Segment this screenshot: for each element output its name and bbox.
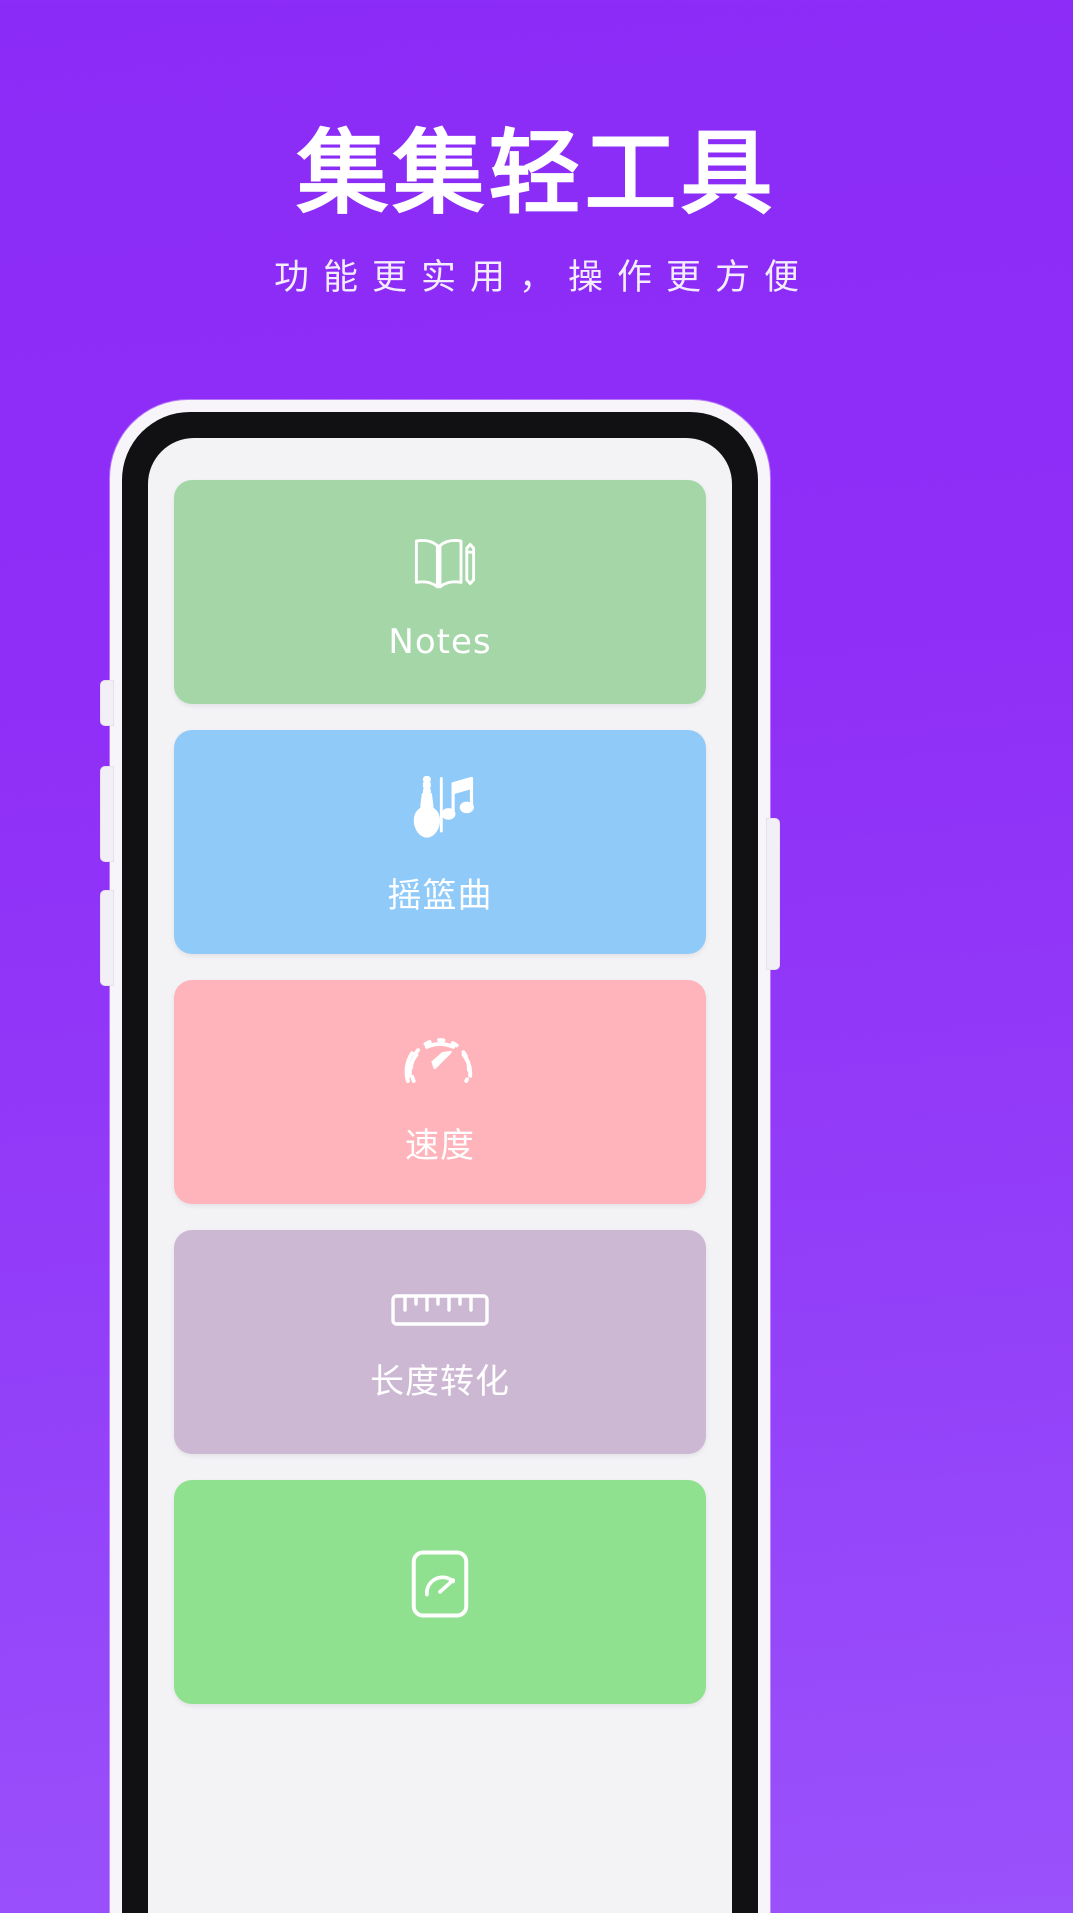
tool-card-length-conversion[interactable]: 长度转化 xyxy=(174,1230,706,1454)
phone-bezel: Notes 摇篮曲 速度 长度转化 xyxy=(122,412,758,1913)
power-button[interactable] xyxy=(766,818,780,970)
book-pencil-icon xyxy=(398,522,482,606)
page-title: 集集轻工具 xyxy=(296,120,777,227)
volume-up-button[interactable] xyxy=(100,766,114,862)
tool-card-lullaby[interactable]: 摇篮曲 xyxy=(174,730,706,954)
tool-card-speed[interactable]: 速度 xyxy=(174,980,706,1204)
ruler-icon xyxy=(388,1282,492,1338)
page-subtitle: 功能更实用，操作更方便 xyxy=(273,258,813,299)
violin-music-note-icon xyxy=(398,768,482,852)
page-header: 集集轻工具 功能更实用，操作更方便 xyxy=(0,0,1073,300)
phone-mockup: Notes 摇篮曲 速度 长度转化 xyxy=(100,400,780,1913)
tool-list: Notes 摇篮曲 速度 长度转化 xyxy=(148,438,732,1704)
tool-card-label: 摇篮曲 xyxy=(387,875,493,916)
phone-screen: Notes 摇篮曲 速度 长度转化 xyxy=(148,438,732,1913)
tool-card-label: 长度转化 xyxy=(370,1361,510,1402)
gauge-square-icon xyxy=(398,1542,482,1626)
volume-down-button[interactable] xyxy=(100,890,114,986)
speedometer-icon xyxy=(398,1018,482,1102)
tool-card-gauge[interactable] xyxy=(174,1480,706,1704)
tool-card-label: 速度 xyxy=(405,1125,475,1166)
tool-card-notes[interactable]: Notes xyxy=(174,480,706,704)
tool-card-label: Notes xyxy=(388,622,492,662)
mute-switch-button[interactable] xyxy=(100,680,114,726)
